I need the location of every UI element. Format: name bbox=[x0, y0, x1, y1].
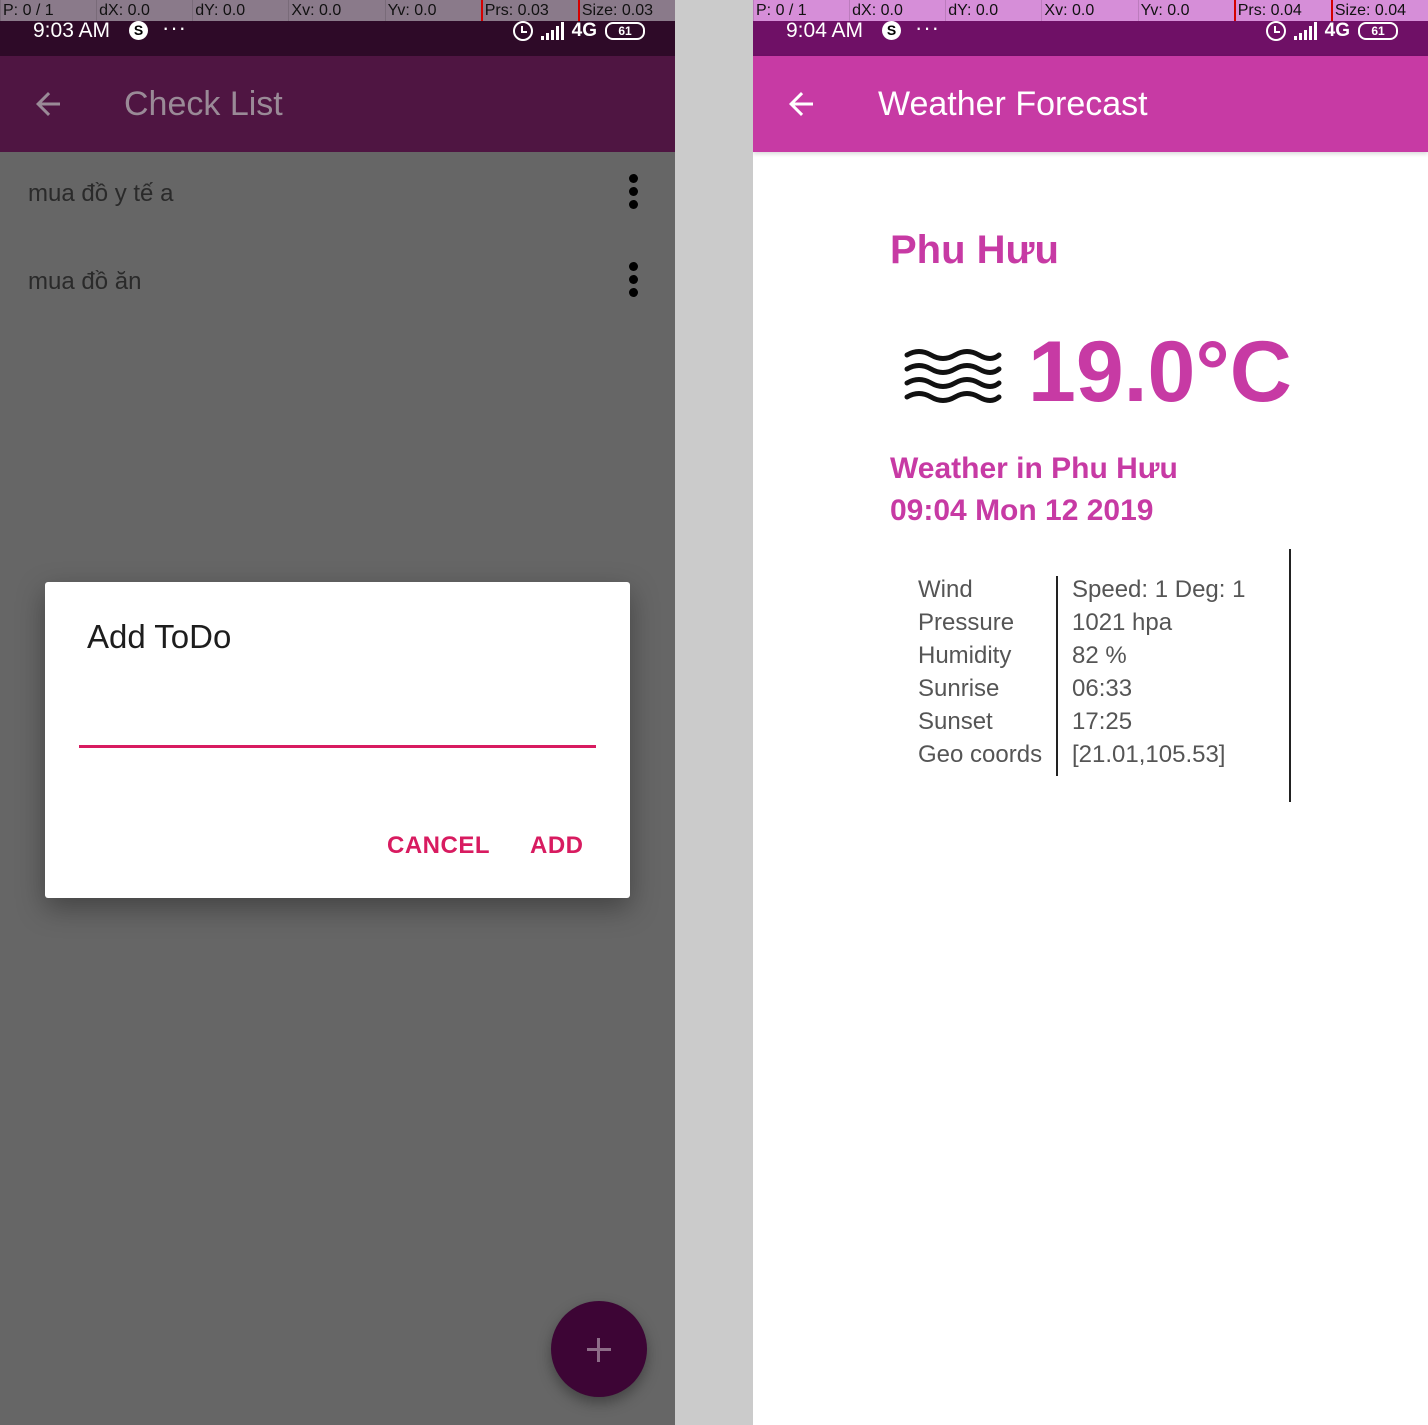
todo-item-text: mua đồ y tế a bbox=[28, 180, 174, 207]
weather-details-table: Wind Speed: 1 Deg: 1 Pressure 1021 hpa H… bbox=[903, 576, 1289, 774]
detail-label: Sunrise bbox=[918, 675, 1000, 702]
detail-row-sunrise: Sunrise 06:33 bbox=[903, 675, 1289, 708]
pointer-size: Size: 0.04 bbox=[1330, 0, 1428, 21]
detail-label: Sunset bbox=[918, 708, 993, 735]
detail-row-geo-coords: Geo coords [21.01,105.53] bbox=[903, 741, 1289, 774]
detail-value: 82 % bbox=[1072, 642, 1127, 669]
app-bar: Weather Forecast bbox=[753, 56, 1428, 152]
city-name: Phu Hưu bbox=[890, 228, 1059, 272]
skype-badge-icon: S bbox=[129, 21, 148, 40]
pointer-dy: dY: 0.0 bbox=[192, 0, 288, 21]
pointer-xv: Xv: 0.0 bbox=[288, 0, 384, 21]
detail-row-humidity: Humidity 82 % bbox=[903, 642, 1289, 675]
todo-list-item[interactable]: mua đồ ăn bbox=[0, 240, 675, 328]
weather-screen: P: 0 / 1 dX: 0.0 dY: 0.0 Xv: 0.0 Yv: 0.0… bbox=[753, 0, 1428, 1425]
detail-value: 06:33 bbox=[1072, 675, 1133, 702]
plus-icon bbox=[551, 1301, 647, 1397]
arrow-back-icon[interactable] bbox=[30, 86, 66, 122]
detail-value: Speed: 1 Deg: 1 bbox=[1072, 576, 1246, 603]
todo-item-text: mua đồ ăn bbox=[28, 268, 142, 295]
mist-icon bbox=[904, 349, 1002, 403]
pointer-dy: dY: 0.0 bbox=[945, 0, 1041, 21]
todo-input[interactable] bbox=[79, 694, 596, 748]
pointer-count: P: 0 / 1 bbox=[753, 0, 849, 21]
alarm-icon bbox=[1265, 21, 1286, 41]
page-title: Check List bbox=[124, 85, 283, 123]
todo-list-item[interactable]: mua đồ y tế a bbox=[0, 152, 675, 240]
status-bar: 9:04 AM S ··· 4G 61 bbox=[753, 15, 1428, 56]
status-time: 9:04 AM bbox=[786, 19, 864, 42]
table-column-divider bbox=[1056, 576, 1058, 776]
signal-icon bbox=[1293, 22, 1317, 40]
weather-location-title: Weather in Phu Hưu bbox=[890, 452, 1178, 485]
status-bar: 9:03 AM S ··· 4G 61 bbox=[0, 15, 675, 56]
detail-label: Humidity bbox=[918, 642, 1012, 669]
detail-value: 1021 hpa bbox=[1072, 609, 1173, 636]
detail-label: Geo coords bbox=[918, 741, 1043, 768]
status-icons: 4G 61 bbox=[1265, 20, 1398, 41]
skype-badge-icon: S bbox=[882, 21, 901, 40]
more-vert-icon[interactable] bbox=[626, 262, 640, 302]
signal-icon bbox=[540, 22, 564, 40]
alarm-icon bbox=[512, 21, 533, 41]
detail-row-wind: Wind Speed: 1 Deg: 1 bbox=[903, 576, 1289, 609]
battery-icon: 61 bbox=[605, 22, 645, 40]
pointer-count: P: 0 / 1 bbox=[0, 0, 96, 21]
dialog-title: Add ToDo bbox=[87, 618, 232, 655]
weather-datetime: 09:04 Mon 12 2019 bbox=[890, 494, 1154, 527]
add-todo-dialog: Add ToDo CANCEL ADD bbox=[45, 582, 630, 898]
add-button[interactable]: ADD bbox=[522, 824, 592, 868]
pointer-yv: Yv: 0.0 bbox=[1137, 0, 1234, 21]
temperature: 19.0°C bbox=[1028, 324, 1292, 420]
detail-label: Wind bbox=[918, 576, 973, 603]
pointer-pressure: Prs: 0.03 bbox=[480, 0, 578, 21]
page-title: Weather Forecast bbox=[878, 85, 1148, 123]
checklist-screen: P: 0 / 1 dX: 0.0 dY: 0.0 Xv: 0.0 Yv: 0.0… bbox=[0, 0, 675, 1425]
status-time: 9:03 AM bbox=[33, 19, 111, 42]
pointer-size: Size: 0.03 bbox=[577, 0, 675, 21]
detail-row-sunset: Sunset 17:25 bbox=[903, 708, 1289, 741]
network-type: 4G bbox=[571, 20, 597, 41]
app-bar: Check List bbox=[0, 56, 675, 152]
pointer-dx: dX: 0.0 bbox=[849, 0, 945, 21]
pointer-location-bar: P: 0 / 1 dX: 0.0 dY: 0.0 Xv: 0.0 Yv: 0.0… bbox=[0, 0, 675, 21]
pointer-yv: Yv: 0.0 bbox=[384, 0, 481, 21]
more-vert-icon[interactable] bbox=[626, 174, 640, 214]
cancel-button[interactable]: CANCEL bbox=[379, 824, 498, 868]
detail-row-pressure: Pressure 1021 hpa bbox=[903, 609, 1289, 642]
add-todo-fab[interactable] bbox=[551, 1301, 647, 1397]
detail-value: 17:25 bbox=[1072, 708, 1133, 735]
pointer-location-bar: P: 0 / 1 dX: 0.0 dY: 0.0 Xv: 0.0 Yv: 0.0… bbox=[753, 0, 1428, 21]
arrow-back-icon[interactable] bbox=[783, 86, 819, 122]
pointer-pressure: Prs: 0.04 bbox=[1233, 0, 1331, 21]
table-right-border bbox=[1289, 549, 1291, 802]
status-icons: 4G 61 bbox=[512, 20, 645, 41]
detail-label: Pressure bbox=[918, 609, 1015, 636]
battery-icon: 61 bbox=[1358, 22, 1398, 40]
pointer-xv: Xv: 0.0 bbox=[1041, 0, 1137, 21]
network-type: 4G bbox=[1324, 20, 1350, 41]
pointer-dx: dX: 0.0 bbox=[96, 0, 192, 21]
detail-value: [21.01,105.53] bbox=[1072, 741, 1226, 768]
